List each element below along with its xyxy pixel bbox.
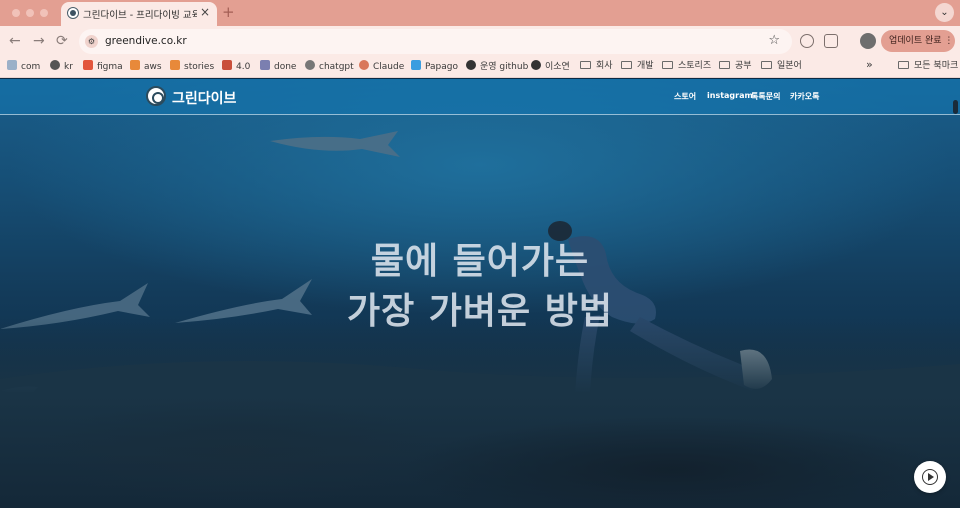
browser-toolbar: ← → ⟳ ⚙ greendive.co.kr ☆ 업데이트 완료 ⋮ (0, 26, 960, 56)
folder-icon (621, 61, 632, 69)
bookmark-label: done (274, 62, 297, 72)
bookmark-label: figma (97, 62, 123, 72)
minimize-window-dot[interactable] (26, 9, 34, 17)
bookmark-label: 이소연 (545, 62, 570, 72)
tab-search-button[interactable]: ⌄ (935, 3, 954, 22)
bookmark-label: 회사 (596, 61, 613, 71)
seabed-overlay (0, 318, 960, 508)
address-bar[interactable]: ⚙ greendive.co.kr ☆ (79, 29, 792, 54)
bookmark-item[interactable]: chatgpt (305, 60, 354, 73)
app-icon (222, 60, 232, 70)
bookmark-label: stories (184, 62, 215, 72)
folder-icon (719, 61, 730, 69)
new-tab-button[interactable]: + (222, 3, 235, 21)
site-info-icon[interactable]: ⚙ (85, 35, 98, 48)
bookmark-folder[interactable]: 공부 (719, 60, 752, 72)
cube-icon (170, 60, 180, 70)
bookmark-item[interactable]: Claude (359, 60, 404, 73)
greendive-logo-icon[interactable] (146, 86, 166, 106)
folder-icon (662, 61, 673, 69)
update-button[interactable]: 업데이트 완료 ⋮ (881, 30, 955, 52)
play-video-button[interactable] (914, 461, 946, 493)
reload-button[interactable]: ⟳ (56, 33, 68, 49)
github-icon (531, 60, 541, 70)
bookmark-label: 일본어 (777, 61, 802, 71)
github-icon (466, 60, 476, 70)
bookmark-folder[interactable]: 일본어 (761, 60, 802, 72)
bookmark-label: 모든 북마크 (914, 61, 959, 71)
site-logo-text[interactable]: 그린다이브 (172, 88, 236, 108)
browser-tabbar: 그린다이브 - 프리다이빙 교육 × + ⌄ (0, 0, 960, 26)
keyboard-icon (7, 60, 17, 70)
bookmark-item[interactable]: 이소연 (531, 60, 570, 73)
translate-icon[interactable] (800, 34, 814, 48)
bookmark-item[interactable]: figma (83, 60, 123, 73)
scrollbar-thumb[interactable] (953, 100, 958, 114)
folder-icon (580, 61, 591, 69)
play-triangle-icon (928, 473, 934, 481)
url-text[interactable]: greendive.co.kr (105, 35, 187, 47)
bookmark-label: 4.0 (236, 62, 251, 72)
bookmark-folder[interactable]: 스토리즈 (662, 60, 711, 72)
papago-icon (411, 60, 421, 70)
sync-icon (260, 60, 270, 70)
site-header: 그린다이브 스토어 instagram 톡톡문의 카카오톡 (0, 79, 960, 115)
bookmark-item[interactable]: kr (50, 60, 73, 73)
tab-title: 그린다이브 - 프리다이빙 교육 (83, 10, 197, 21)
bookmark-item[interactable]: done (260, 60, 296, 73)
page-viewport: 그린다이브 스토어 instagram 톡톡문의 카카오톡 물에 들어가는 가장… (0, 79, 960, 508)
zoom-window-dot[interactable] (40, 9, 48, 17)
bookmark-item[interactable]: stories (170, 60, 214, 73)
bookmark-item[interactable]: 4.0 (222, 60, 250, 73)
nav-link-store[interactable]: 스토어 (674, 91, 696, 102)
bookmark-label: Papago (425, 62, 458, 72)
bookmark-label: com (21, 62, 41, 72)
bookmark-label: kr (64, 62, 73, 72)
bookmark-item[interactable]: 운영 github (466, 60, 528, 73)
bookmark-folder[interactable]: 회사 (580, 60, 613, 72)
openai-icon (305, 60, 315, 70)
bookmarks-overflow-button[interactable]: » (866, 59, 873, 71)
profile-avatar[interactable] (860, 33, 876, 49)
active-tab[interactable]: 그린다이브 - 프리다이빙 교육 × (61, 2, 217, 26)
hero-headline: 물에 들어가는 가장 가벼운 방법 (0, 237, 960, 337)
forward-button[interactable]: → (33, 33, 45, 49)
bookmark-item[interactable]: Papago (411, 60, 458, 73)
hero-line-2: 가장 가벼운 방법 (347, 291, 613, 332)
bookmark-label: 개발 (637, 61, 654, 71)
bookmark-folder[interactable]: 개발 (621, 60, 654, 72)
greendive-favicon-icon (67, 7, 79, 19)
nav-link-instagram[interactable]: instagram (707, 91, 753, 100)
bookmarks-bar: com kr figma aws stories 4.0 done chatgp… (0, 56, 960, 78)
shark-shape (270, 131, 400, 157)
figma-icon (83, 60, 93, 70)
folder-icon (761, 61, 772, 69)
tab-close-icon[interactable]: × (200, 5, 210, 19)
bookmark-star-icon[interactable]: ☆ (768, 33, 780, 48)
bookmark-label: aws (144, 62, 162, 72)
bookmark-label: 운영 github (480, 62, 529, 72)
bookmark-label: 공부 (735, 61, 752, 71)
extensions-icon[interactable] (824, 34, 838, 48)
bookmark-label: 스토리즈 (678, 61, 712, 71)
globe-icon (50, 60, 60, 70)
bookmark-label: Claude (373, 62, 405, 72)
bookmark-label: chatgpt (319, 62, 354, 72)
hero-line-1: 물에 들어가는 (370, 241, 590, 282)
claude-icon (359, 60, 369, 70)
bookmark-item[interactable]: aws (130, 60, 162, 73)
cube-icon (130, 60, 140, 70)
nav-link-talktalk[interactable]: 톡톡문의 (751, 91, 780, 102)
back-button[interactable]: ← (9, 33, 21, 49)
all-bookmarks-folder[interactable]: 모든 북마크 (898, 60, 958, 72)
bookmark-item[interactable]: com (7, 60, 40, 73)
close-window-dot[interactable] (12, 9, 20, 17)
folder-icon (898, 61, 909, 69)
nav-link-kakaotalk[interactable]: 카카오톡 (790, 91, 819, 102)
